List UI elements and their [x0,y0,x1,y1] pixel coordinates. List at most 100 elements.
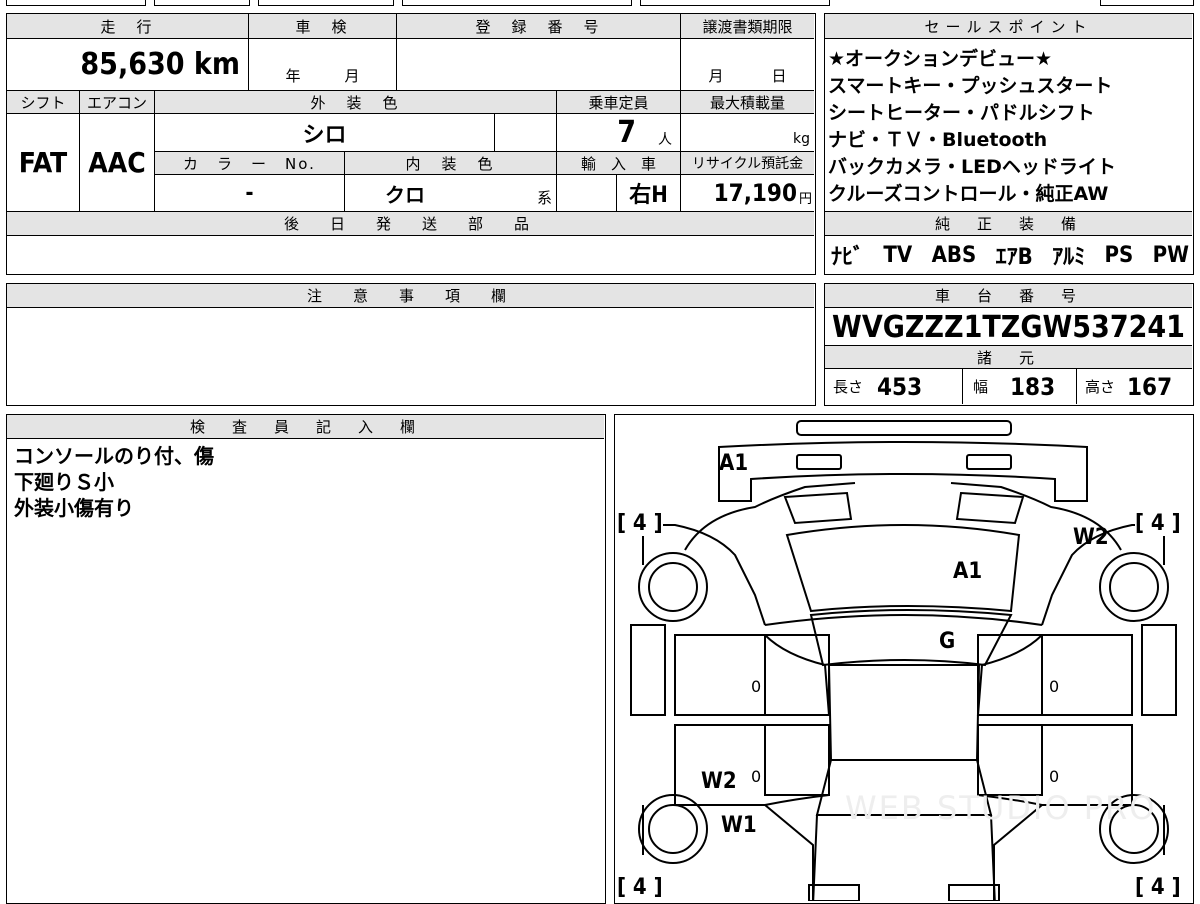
sales-point: スマートキー・プッシュスタート [828,75,1113,97]
watermark: WEB STUDIO PRO [845,789,1157,827]
equip-pw: PW [1152,242,1189,268]
fog-light-right [966,454,1012,470]
chassis-box: 車 台 番 号 WVGZZZ1TZGW537241 諸 元 長さ 453 幅 1… [824,283,1194,406]
hood [785,524,1021,613]
sales-point: シートヒーター・パドルシフト [828,102,1095,124]
tire-rear-right: [ 4 ] [1135,875,1181,900]
tire-rear-left: [ 4 ] [617,875,663,900]
shift-value: FAT [7,114,80,212]
interior-color-value: クロ 系 [345,175,557,212]
height-spec: 高さ 167 [1085,372,1173,401]
specs-row: 長さ 453 幅 183 高さ 167 [825,369,1192,404]
equip-airbag: ｴｱB [995,245,1033,270]
transfer-deadline-value: 月 日 [681,39,814,91]
inspection-year: 年 [285,67,301,85]
tailgate [812,814,996,901]
roof [827,664,981,761]
standard-equipment-list: ﾅﾋﾞ TV ABS ｴｱB ｱﾙﾐ PS PW [831,238,1189,272]
right-mirror [1141,624,1177,716]
import-label: 輸 入 車 [557,152,681,175]
registration-label: 登 録 番 号 [397,14,681,39]
exterior-color-code [495,114,557,152]
rear-lamp-left [808,884,860,901]
aircon-value: AAC [80,114,155,212]
color-no-label: カ ラ ー No. [155,152,345,175]
mark-windshield: G [939,629,956,654]
max-load-label: 最大積載量 [681,91,814,114]
specs-label: 諸 元 [825,345,1192,369]
notes-box: 注 意 事 項 欄 [6,283,816,406]
inspector-note: 外装小傷有り [14,496,134,520]
equip-alloy: ｱﾙﾐ [1052,245,1086,270]
inspector-note: 下廻りＳ小 [14,470,114,494]
mark-right-front-fender: W2 [1073,525,1109,550]
right-rocker [978,714,1132,726]
registration-value [397,39,681,91]
left-front-door [674,634,831,716]
chassis-label: 車 台 番 号 [825,284,1192,308]
recycle-label: リサイクル預託金 [681,152,814,175]
mark-front-bumper: A1 [719,451,749,476]
car-diagram-svg [630,420,1177,901]
front-bumper-strip [796,420,1012,436]
aircon-label: エアコン [80,91,155,114]
capacity-label: 乗車定員 [557,91,681,114]
equip-ps: PS [1104,242,1134,268]
transfer-month: 月 [708,67,724,85]
mark-hood: A1 [953,559,983,584]
right-front-door [976,634,1133,716]
sales-points-list: ★オークションデビュー★ スマートキー・プッシュスタート シートヒーター・パドル… [828,46,1190,208]
width-spec: 幅 183 [963,369,1077,404]
capacity-value: 7 人 [557,114,681,152]
inspection-label: 車 検 [249,14,397,39]
door-mark: 0 [1049,677,1060,696]
headlight-left [783,491,853,525]
recycle-value: 17,190 円 [681,175,814,212]
equip-tv: TV [883,242,913,268]
door-mark: 0 [751,767,762,786]
inspector-note: コンソールのり付、傷 [14,444,214,468]
inspection-value: 年 月 [249,39,397,91]
left-rear-door [674,724,830,806]
transfer-deadline-label: 譲渡書類期限 [681,14,814,39]
door-mark: 0 [1049,767,1060,786]
inspection-month: 月 [344,67,360,85]
mark-left-rear-door: W2 [701,769,737,794]
exterior-color-label: 外 装 色 [155,91,557,114]
inspector-label: 検 査 員 記 入 欄 [7,415,604,439]
inspector-notes: コンソールのり付、傷 下廻りＳ小 外装小傷有り [14,443,214,521]
later-parts-value [7,236,814,273]
sales-point: ★オークションデビュー★ [828,48,1053,70]
import-empty [557,175,617,212]
chassis-number: WVGZZZ1TZGW537241 [832,309,1185,345]
shift-label: シフト [7,91,80,114]
max-load-value: kg [681,114,814,152]
later-parts-label: 後 日 発 送 部 品 [7,212,814,236]
top-strip [6,0,1194,8]
interior-color-label: 内 装 色 [345,152,557,175]
transfer-day: 日 [771,67,787,85]
equip-navi: ﾅﾋﾞ [831,245,865,270]
headlight-right [955,491,1025,525]
mileage-label: 走 行 [7,14,249,39]
door-mark: 0 [751,677,762,696]
equip-abs: ABS [931,242,977,268]
rear-lamp-right [948,884,1000,901]
standard-equipment-label: 純 正 装 備 [825,212,1192,236]
right-door-handle-rear [977,724,1043,796]
tire-front-left: [ 4 ] [617,511,663,536]
right-door-handle-front [977,634,1043,716]
sales-point: クルーズコントロール・純正AW [828,183,1109,205]
left-door-handle-rear [764,724,830,796]
notes-label: 注 意 事 項 欄 [7,284,814,308]
vehicle-info-table: 走 行 車 検 登 録 番 号 譲渡書類期限 85,630 km 年 月 月 日… [6,13,816,275]
sales-points-label: セールスポイント [825,14,1192,39]
import-value: 右H [617,175,681,212]
fog-light-left [796,454,842,470]
left-rocker [675,714,829,726]
mileage-value: 85,630 km [7,39,249,91]
damage-diagram: A1 A1 G W2 W2 W1 [ 4 ] [ 4 ] [ 4 ] [ 4 ]… [614,414,1194,904]
length-spec: 長さ 453 [825,369,963,404]
color-no-value: - [155,175,345,212]
exterior-color-value: シロ [155,114,495,152]
